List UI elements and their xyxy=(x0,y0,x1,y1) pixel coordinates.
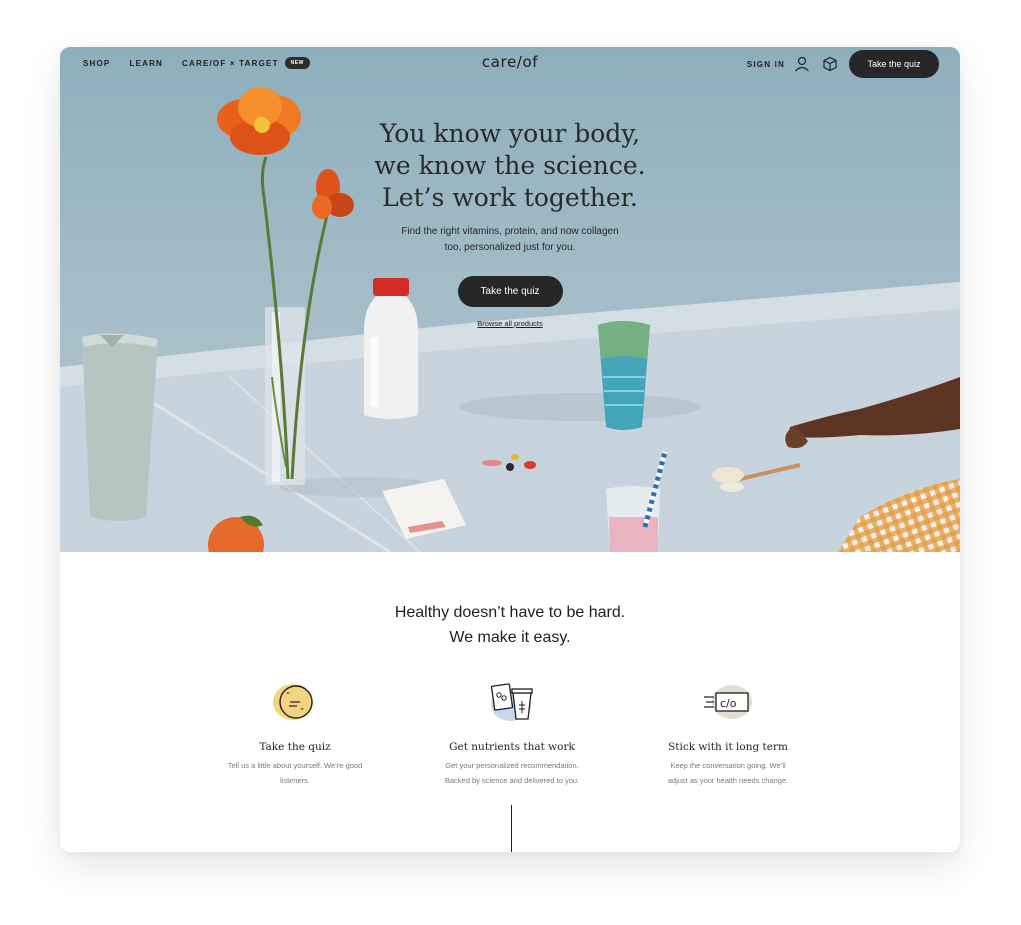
hero-headline-line: You know your body, xyxy=(379,119,641,148)
svg-text:“: “ xyxy=(286,691,290,700)
browse-products-link[interactable]: Browse all products xyxy=(477,319,542,328)
nav-right-actions: SIGN IN Take the quiz xyxy=(747,50,939,78)
feature-stick-with-it: c/o Stick with it long term Keep the con… xyxy=(633,680,823,788)
hero-section: SHOP LEARN CARE/OF × TARGET NEW care/of … xyxy=(60,47,960,552)
feature-description-line: Keep the conversation going. We’ll xyxy=(670,761,786,770)
hero-headline-line: Let’s work together. xyxy=(382,183,638,212)
feature-get-nutrients: Get nutrients that work Get your persona… xyxy=(417,680,607,788)
hero-subcopy-line: Find the right vitamins, protein, and no… xyxy=(401,226,619,237)
section-title-line: We make it easy. xyxy=(449,629,571,646)
feature-description: Tell us a little about yourself. We’re g… xyxy=(200,758,390,788)
feature-description-line: Tell us a little about yourself. We’re g… xyxy=(227,761,363,770)
hero-headline-line: we know the science. xyxy=(374,151,646,180)
user-account-icon[interactable] xyxy=(793,55,811,73)
page-frame: SHOP LEARN CARE/OF × TARGET NEW care/of … xyxy=(60,47,960,852)
feature-title: Take the quiz xyxy=(259,741,331,753)
hero-subcopy: Find the right vitamins, protein, and no… xyxy=(60,224,960,256)
section-title: Healthy doesn’t have to be hard. We make… xyxy=(60,600,960,650)
feature-description-line: adjust as your health needs change. xyxy=(667,776,789,785)
sign-in-link[interactable]: SIGN IN xyxy=(747,60,785,69)
hero-take-quiz-button[interactable]: Take the quiz xyxy=(457,276,563,307)
feature-take-quiz: “ ” Take the quiz Tell us a little about… xyxy=(200,680,390,788)
quiz-bubble-icon: “ ” xyxy=(200,680,390,724)
hero-subcopy-line: too, personalized just for you. xyxy=(444,242,576,253)
feature-description-line: Backed by science and delivered to you. xyxy=(444,776,580,785)
pitcher-illustration xyxy=(82,333,158,521)
how-it-works-section: Healthy doesn’t have to be hard. We make… xyxy=(60,552,960,852)
svg-text:c/o: c/o xyxy=(720,697,737,710)
tumbler-glass-illustration xyxy=(598,321,650,430)
hero-copy: You know your body, we know the science.… xyxy=(60,118,960,331)
scroll-indicator-line xyxy=(511,805,512,852)
feature-description: Get your personalized recommendation. Ba… xyxy=(417,758,607,788)
top-navigation: SHOP LEARN CARE/OF × TARGET NEW care/of … xyxy=(60,47,960,81)
feature-description-line: listeners. xyxy=(279,776,310,785)
section-title-line: Healthy doesn’t have to be hard. xyxy=(394,604,626,621)
feature-title: Stick with it long term xyxy=(668,741,788,753)
feature-description: Keep the conversation going. We’ll adjus… xyxy=(633,758,823,788)
feature-title: Get nutrients that work xyxy=(449,741,575,753)
feature-description-line: Get your personalized recommendation. xyxy=(445,761,579,770)
nutrients-pack-icon xyxy=(417,680,607,724)
svg-text:”: ” xyxy=(300,707,304,716)
careof-delivery-box-icon: c/o xyxy=(633,680,823,724)
hero-headline: You know your body, we know the science.… xyxy=(60,118,960,214)
cart-box-icon[interactable] xyxy=(821,55,839,73)
nav-take-quiz-button[interactable]: Take the quiz xyxy=(849,50,939,78)
